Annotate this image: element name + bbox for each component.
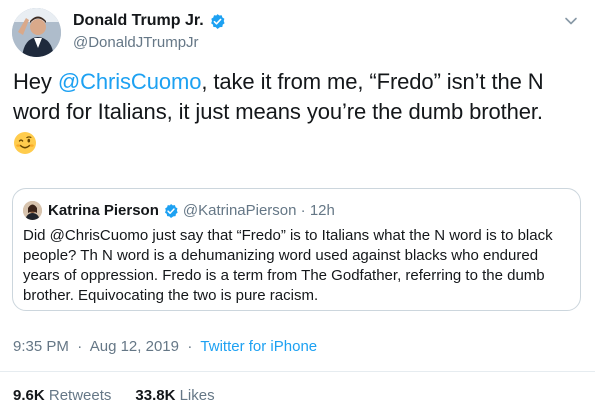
quoted-author-handle[interactable]: @KatrinaPierson bbox=[183, 202, 297, 219]
author-info: Donald Trump Jr. @DonaldJTrumpJr bbox=[73, 11, 226, 53]
author-display-name[interactable]: Donald Trump Jr. bbox=[73, 11, 204, 31]
quoted-author-name[interactable]: Katrina Pierson bbox=[48, 202, 159, 219]
quoted-tweet-text: Did @ChrisCuomo just say that “Fredo” is… bbox=[23, 227, 553, 304]
tweet-stats: 9.6K Retweets 33.8K Likes bbox=[13, 387, 215, 404]
likes-label: Likes bbox=[179, 387, 215, 404]
winking-face-emoji-icon bbox=[14, 132, 36, 154]
divider bbox=[0, 371, 595, 372]
likes-stat[interactable]: 33.8K Likes bbox=[135, 387, 214, 404]
tweet-mention-link[interactable]: @ChrisCuomo bbox=[58, 69, 202, 94]
tweet-text-pre: Hey bbox=[13, 69, 58, 94]
author-handle[interactable]: @DonaldJTrumpJr bbox=[73, 33, 226, 53]
retweets-label: Retweets bbox=[48, 387, 112, 404]
meta-separator: · bbox=[183, 338, 197, 355]
verified-badge-icon bbox=[164, 203, 178, 218]
quoted-separator: · bbox=[296, 202, 310, 219]
author-avatar[interactable] bbox=[12, 8, 61, 57]
retweets-count: 9.6K bbox=[13, 387, 45, 404]
tweet-text: Hey @ChrisCuomo, take it from me, “Fredo… bbox=[13, 67, 583, 127]
chevron-down-icon[interactable] bbox=[564, 14, 578, 28]
tweet-meta: 9:35 PM · Aug 12, 2019 · Twitter for iPh… bbox=[13, 338, 317, 355]
retweets-stat[interactable]: 9.6K Retweets bbox=[13, 387, 111, 404]
tweet-source-link[interactable]: Twitter for iPhone bbox=[200, 338, 317, 355]
verified-badge-icon bbox=[210, 13, 225, 29]
tweet-date[interactable]: Aug 12, 2019 bbox=[90, 338, 179, 355]
quoted-tweet-age[interactable]: 12h bbox=[310, 202, 335, 219]
quoted-tweet-card[interactable]: Katrina Pierson @KatrinaPierson · 12h Di… bbox=[12, 188, 581, 311]
likes-count: 33.8K bbox=[135, 387, 176, 404]
quoted-tweet-header: Katrina Pierson @KatrinaPierson · 12h bbox=[23, 201, 335, 220]
quoted-author-avatar bbox=[23, 201, 42, 220]
tweet-time[interactable]: 9:35 PM bbox=[13, 338, 69, 355]
meta-separator: · bbox=[73, 338, 87, 355]
